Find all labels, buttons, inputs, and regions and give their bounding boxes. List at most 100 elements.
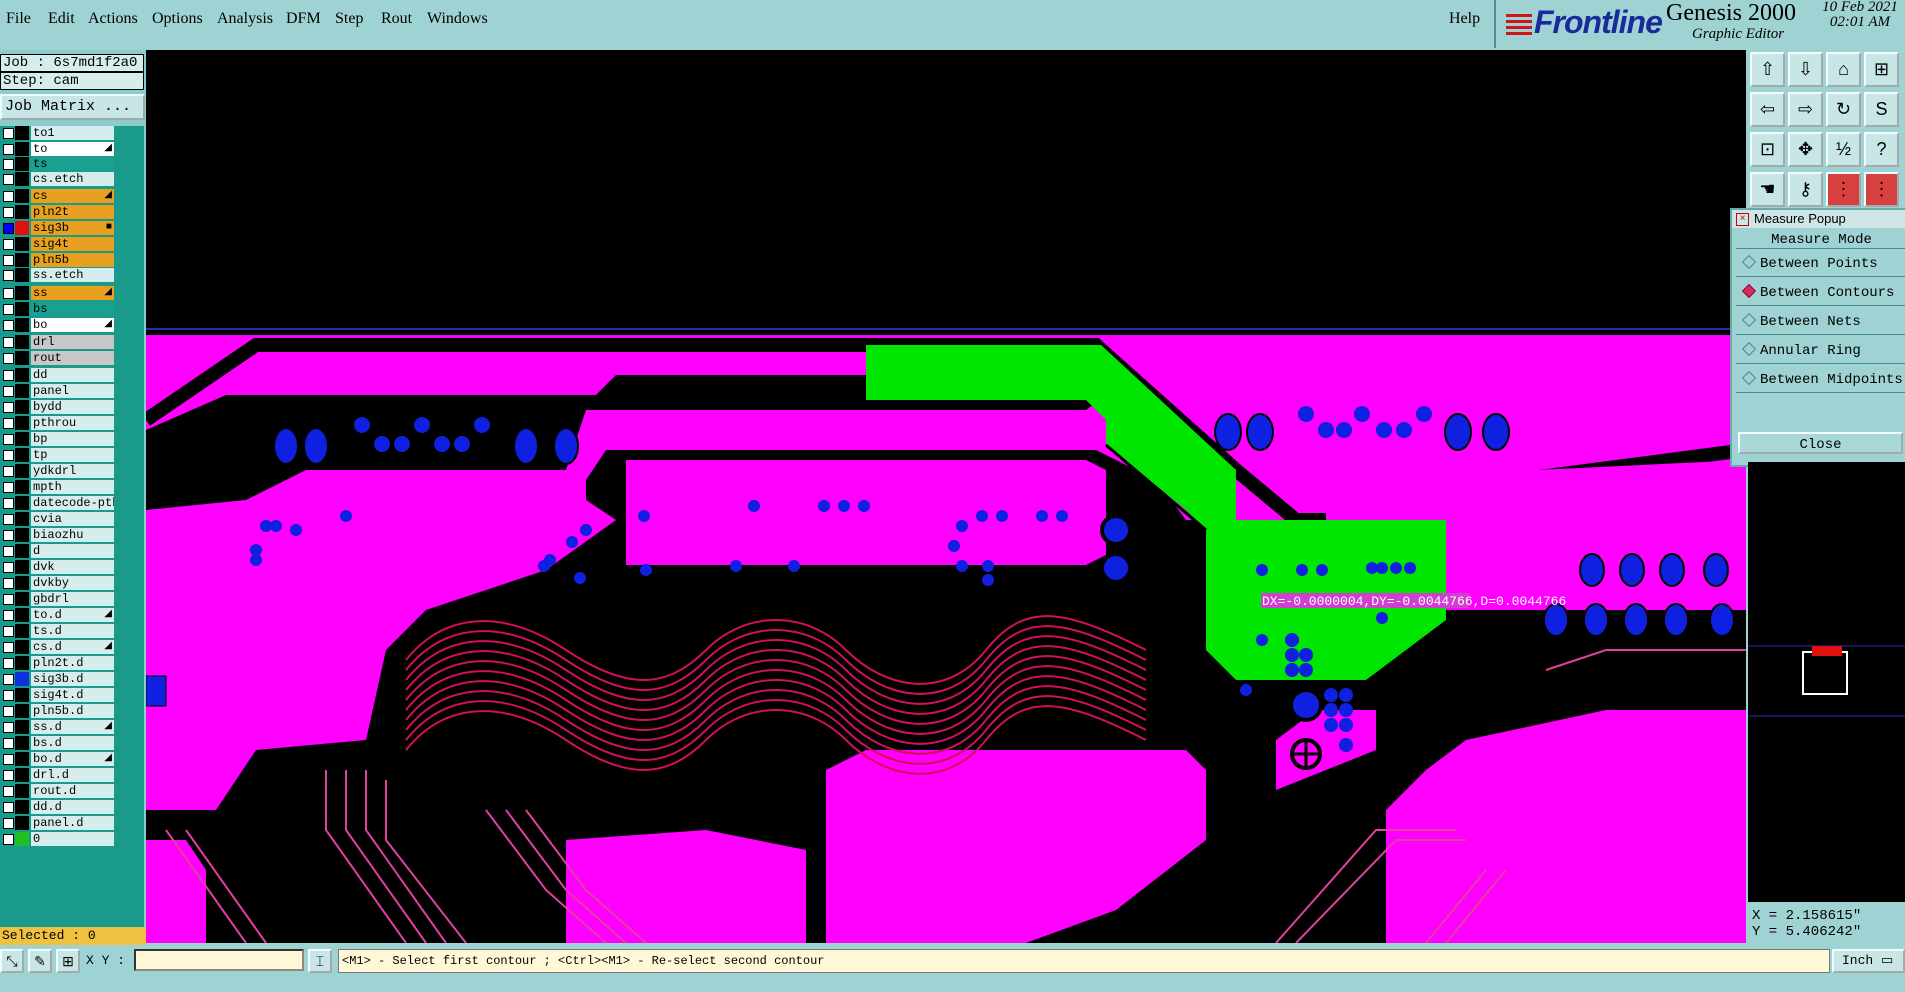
layer-row-drl[interactable]: drl <box>0 335 140 349</box>
mode-between-nets[interactable]: Between Nets <box>1736 310 1905 335</box>
layer-name[interactable]: mpth <box>31 480 114 494</box>
layer-row-panel[interactable]: panel <box>0 384 140 398</box>
layer-row-pthrou[interactable]: pthrou <box>0 416 140 430</box>
layer-row-tp[interactable]: tp <box>0 448 140 462</box>
layer-checkbox[interactable] <box>3 834 14 845</box>
zoom-top-icon[interactable]: ⇧ <box>1750 52 1785 87</box>
layer-checkbox[interactable] <box>3 418 14 429</box>
menu-dfm[interactable]: DFM <box>286 10 321 28</box>
layer-row-bydd[interactable]: bydd <box>0 400 140 414</box>
layer-checkbox[interactable] <box>3 207 14 218</box>
pan-right-icon[interactable]: ⇨ <box>1788 92 1823 127</box>
layer-row-dd[interactable]: dd <box>0 368 140 382</box>
layer-checkbox[interactable] <box>3 706 14 717</box>
layer-name[interactable]: ts <box>31 157 114 171</box>
layer-name[interactable]: panel <box>31 384 114 398</box>
layer-name[interactable]: pln2t.d <box>31 656 114 670</box>
layer-row-pln5b.d[interactable]: pln5b.d <box>0 704 140 718</box>
layer-row-sig3b.d[interactable]: sig3b.d <box>0 672 140 686</box>
layer-name[interactable]: pthrou <box>31 416 114 430</box>
layer-name[interactable]: panel.d <box>31 816 114 830</box>
layer-checkbox[interactable] <box>3 255 14 266</box>
layer-checkbox[interactable] <box>3 562 14 573</box>
layer-checkbox[interactable] <box>3 450 14 461</box>
menu-windows[interactable]: Windows <box>427 10 488 28</box>
layer-name[interactable]: dvkby <box>31 576 114 590</box>
zoom-area-icon[interactable]: ✥ <box>1788 132 1823 167</box>
layer-checkbox[interactable] <box>3 578 14 589</box>
key-icon[interactable]: ⚷ <box>1788 172 1823 207</box>
layer-name[interactable]: to.d ◢ <box>31 608 114 622</box>
layer-row-to1[interactable]: to1 <box>0 126 140 140</box>
layer-row-cs.etch[interactable]: cs.etch <box>0 172 140 186</box>
layer-name[interactable]: rout.d <box>31 784 114 798</box>
layer-checkbox[interactable] <box>3 353 14 364</box>
help-query-icon[interactable]: ? <box>1864 132 1899 167</box>
layer-row-to[interactable]: to ◢ <box>0 142 140 156</box>
layer-row-ss.etch[interactable]: ss.etch <box>0 268 140 282</box>
layer-name[interactable]: pln5b <box>31 253 114 267</box>
layer-name[interactable]: cvia <box>31 512 114 526</box>
layer-name[interactable]: ss ◢ <box>31 286 114 300</box>
layer-checkbox[interactable] <box>3 690 14 701</box>
layer-checkbox[interactable] <box>3 802 14 813</box>
zoom-bottom-icon[interactable]: ⇩ <box>1788 52 1823 87</box>
layer-row-mpth[interactable]: mpth <box>0 480 140 494</box>
menu-step[interactable]: Step <box>335 10 363 28</box>
layer-name[interactable]: dd <box>31 368 114 382</box>
measure-popup-titlebar[interactable]: × Measure Popup <box>1732 210 1905 228</box>
layer-name[interactable]: bs <box>31 302 114 316</box>
mode-between-midpoints[interactable]: Between Midpoints <box>1736 368 1905 393</box>
layer-checkbox[interactable] <box>3 658 14 669</box>
layer-row-sig3b[interactable]: sig3b ■ <box>0 221 140 235</box>
layer-checkbox[interactable] <box>3 128 14 139</box>
layer-name[interactable]: cs ◢ <box>31 189 114 203</box>
layer-row-bs.d[interactable]: bs.d <box>0 736 140 750</box>
redraw-icon[interactable]: ↻ <box>1826 92 1861 127</box>
layer-checkbox[interactable] <box>3 674 14 685</box>
mode-between-points[interactable]: Between Points <box>1736 252 1905 277</box>
layer-name[interactable]: d <box>31 544 114 558</box>
layer-row-rout.d[interactable]: rout.d <box>0 784 140 798</box>
layer-red-icon[interactable]: ⋮ <box>1826 172 1861 207</box>
layer-checkbox[interactable] <box>3 514 14 525</box>
layer-name[interactable]: bs.d <box>31 736 114 750</box>
mode-between-contours[interactable]: Between Contours <box>1736 281 1905 306</box>
layer-row-to.d[interactable]: to.d ◢ <box>0 608 140 622</box>
menu-help[interactable]: Help <box>1449 10 1480 28</box>
layer-row-ss.d[interactable]: ss.d ◢ <box>0 720 140 734</box>
zoom-fit-icon[interactable]: ⊡ <box>1750 132 1785 167</box>
layer-checkbox[interactable] <box>3 818 14 829</box>
layer-checkbox[interactable] <box>3 288 14 299</box>
layer-checkbox[interactable] <box>3 722 14 733</box>
layer-checkbox[interactable] <box>3 498 14 509</box>
layer-name[interactable]: rout <box>31 351 114 365</box>
layer-row-ts[interactable]: ts <box>0 157 140 171</box>
layer-row-bp[interactable]: bp <box>0 432 140 446</box>
close-icon[interactable]: × <box>1736 213 1749 226</box>
layer-checkbox[interactable] <box>3 270 14 281</box>
layer-checkbox[interactable] <box>3 642 14 653</box>
layer-checkbox[interactable] <box>3 482 14 493</box>
layer-name[interactable]: gbdrl <box>31 592 114 606</box>
layer-row-gbdrl[interactable]: gbdrl <box>0 592 140 606</box>
layer-checkbox[interactable] <box>3 223 14 234</box>
layer-checkbox[interactable] <box>3 174 14 185</box>
layer-name[interactable]: tp <box>31 448 114 462</box>
layer-name[interactable]: datecode-pth <box>31 496 114 510</box>
layer-name[interactable]: sig4t <box>31 237 114 251</box>
layer-row-bs[interactable]: bs <box>0 302 140 316</box>
layer-row-dvkby[interactable]: dvkby <box>0 576 140 590</box>
layer-checkbox[interactable] <box>3 304 14 315</box>
layer-row-drl.d[interactable]: drl.d <box>0 768 140 782</box>
layer-checkbox[interactable] <box>3 594 14 605</box>
hand-icon[interactable]: ☚ <box>1750 172 1785 207</box>
layer-name[interactable]: bo ◢ <box>31 318 114 332</box>
layer-name[interactable]: ss.d ◢ <box>31 720 114 734</box>
layer-name[interactable]: ydkdrl <box>31 464 114 478</box>
layer-row-sig4t.d[interactable]: sig4t.d <box>0 688 140 702</box>
scale-1-2-icon[interactable]: ½ <box>1826 132 1861 167</box>
layer-checkbox[interactable] <box>3 610 14 621</box>
home-icon[interactable]: ⌂ <box>1826 52 1861 87</box>
layer-row-pln5b[interactable]: pln5b <box>0 253 140 267</box>
